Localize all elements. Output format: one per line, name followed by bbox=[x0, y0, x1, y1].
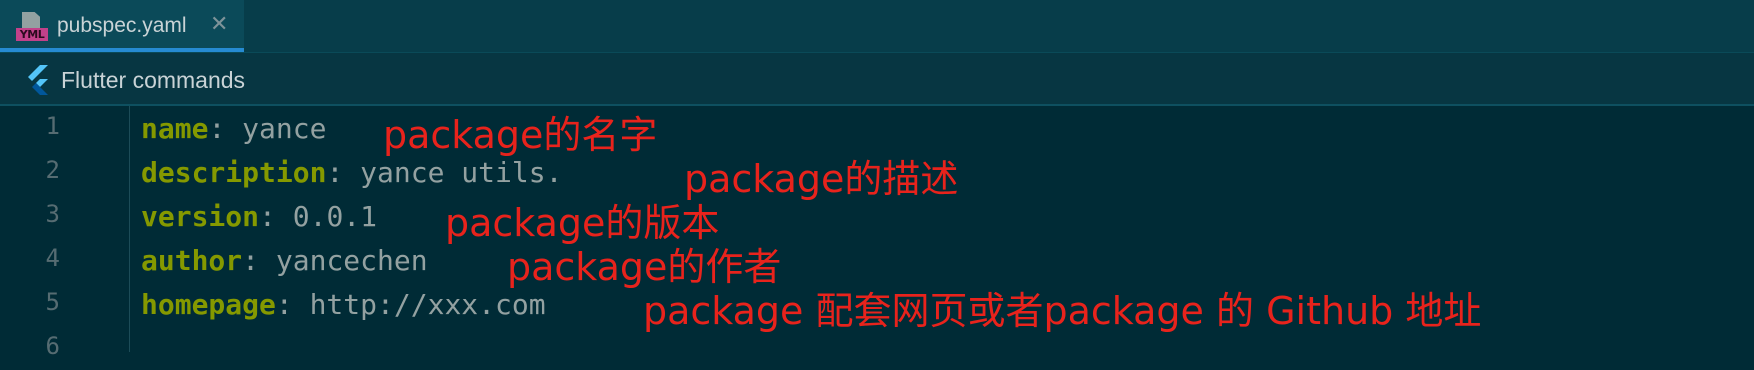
line-number: 6 bbox=[45, 332, 60, 360]
code-line: 4 author: yancechen package的作者 bbox=[0, 238, 1754, 289]
line-number: 1 bbox=[45, 112, 60, 140]
code-line: 5 homepage: http://xxx.com package 配套网页或… bbox=[0, 282, 1754, 333]
yaml-separator: : bbox=[208, 112, 243, 145]
code-line: 6 bbox=[0, 326, 1754, 370]
line-number: 5 bbox=[45, 288, 60, 316]
tab-label: pubspec.yaml bbox=[57, 14, 187, 37]
code-text[interactable]: description: yance utils. bbox=[141, 156, 562, 189]
line-number: 3 bbox=[45, 200, 60, 228]
yaml-badge: YML bbox=[16, 28, 48, 41]
code-text[interactable]: version: 0.0.1 bbox=[141, 200, 377, 233]
yaml-key: name bbox=[141, 112, 209, 145]
yaml-key: description bbox=[141, 156, 327, 189]
yaml-value: http://xxx.com bbox=[309, 288, 546, 321]
flutter-icon[interactable] bbox=[24, 65, 52, 95]
yaml-separator: : bbox=[259, 200, 293, 233]
code-editor[interactable]: 1 name: yance package的名字 2 description: … bbox=[0, 106, 1754, 360]
line-number: 4 bbox=[45, 244, 60, 272]
code-line: 1 name: yance package的名字 bbox=[0, 106, 1754, 157]
tab-pubspec-yaml[interactable]: YML pubspec.yaml ✕ bbox=[0, 0, 244, 52]
line-number: 2 bbox=[45, 156, 60, 184]
flutter-commands-bar: Flutter commands bbox=[0, 53, 1754, 106]
yaml-key: homepage bbox=[141, 288, 276, 321]
yaml-value: yance bbox=[242, 112, 327, 145]
yaml-value: 0.0.1 bbox=[292, 200, 378, 233]
yaml-file-icon: YML bbox=[16, 10, 48, 42]
yaml-separator: : bbox=[326, 156, 361, 189]
yaml-key: author bbox=[141, 244, 243, 277]
yaml-separator: : bbox=[275, 288, 310, 321]
yaml-value: yance utils. bbox=[360, 156, 563, 189]
yaml-value: yancechen bbox=[275, 244, 428, 277]
yaml-key: version bbox=[141, 200, 260, 233]
editor-tab-bar: YML pubspec.yaml ✕ bbox=[0, 0, 1754, 53]
code-line: 2 description: yance utils. package的描述 bbox=[0, 150, 1754, 201]
code-text[interactable]: name: yance bbox=[141, 112, 326, 145]
yaml-separator: : bbox=[242, 244, 276, 277]
code-text[interactable]: author: yancechen bbox=[141, 244, 428, 277]
close-icon[interactable]: ✕ bbox=[210, 12, 228, 36]
flutter-commands-label[interactable]: Flutter commands bbox=[61, 67, 245, 94]
code-text[interactable]: homepage: http://xxx.com bbox=[141, 288, 546, 321]
code-line: 3 version: 0.0.1 package的版本 bbox=[0, 194, 1754, 245]
